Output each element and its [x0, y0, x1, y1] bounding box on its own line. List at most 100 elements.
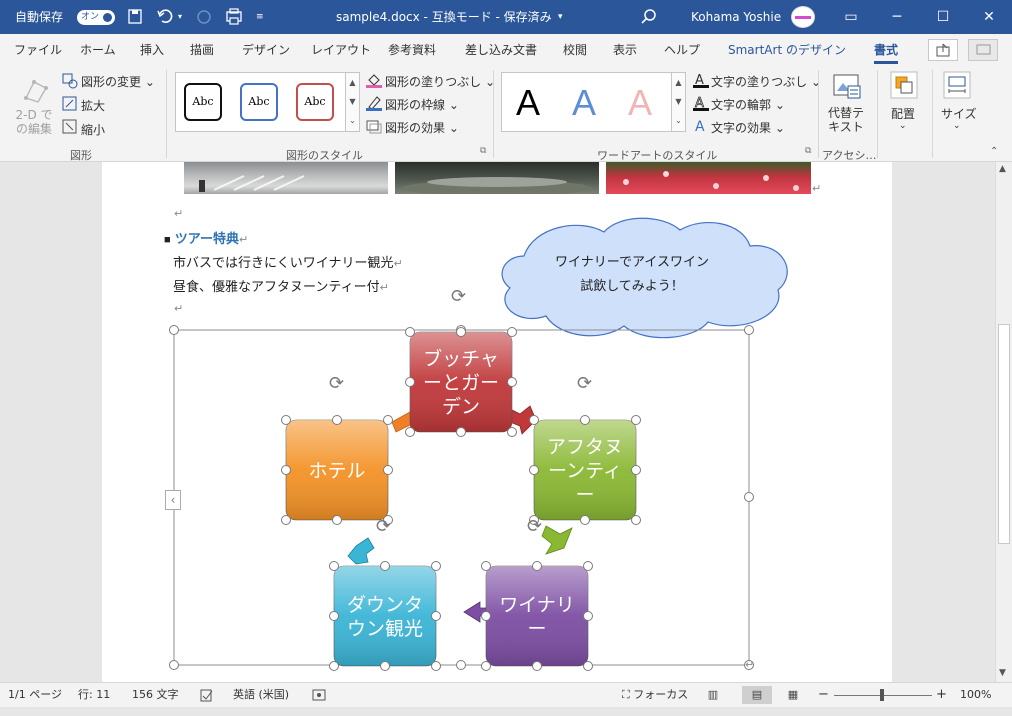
resize-handle[interactable] — [405, 427, 415, 437]
resize-handle[interactable] — [507, 427, 517, 437]
node-winery[interactable]: ワイナリー — [481, 561, 593, 671]
resize-handle[interactable] — [383, 465, 393, 475]
shape-style-gallery[interactable]: Abc Abc Abc ▲ ▼ ⌄ — [175, 72, 360, 132]
rotate-handle-icon[interactable]: ⟳ — [527, 516, 542, 537]
tab-insert[interactable]: 挿入 — [140, 34, 164, 66]
node-hotel[interactable]: ホテル — [281, 415, 393, 525]
print-layout-icon[interactable]: ▤ — [742, 686, 772, 704]
share-button[interactable] — [928, 39, 958, 61]
alt-text-button[interactable]: 代替テキスト — [826, 106, 866, 134]
maximize-button[interactable]: ☐ — [920, 0, 966, 34]
larger-button[interactable]: 拡大 — [81, 97, 105, 114]
size-dropdown-icon[interactable]: ⌄ — [953, 121, 961, 131]
resize-handle[interactable] — [380, 561, 390, 571]
flower-photo[interactable] — [606, 162, 811, 194]
undo-icon[interactable] — [156, 0, 176, 34]
resize-handle[interactable] — [507, 377, 517, 387]
resize-handle[interactable] — [383, 415, 393, 425]
resize-handle[interactable] — [431, 661, 441, 671]
tab-mailings[interactable]: 差し込み文書 — [465, 34, 537, 66]
resize-handle[interactable] — [431, 611, 441, 621]
shape-style-2[interactable]: Abc — [240, 83, 278, 121]
rotate-handle-icon[interactable]: ⟳ — [451, 286, 466, 307]
rotate-handle-icon[interactable]: ⟳ — [329, 373, 344, 394]
change-shape-button[interactable]: 図形の変更 ⌄ — [81, 73, 155, 90]
zoom-level[interactable]: 100% — [960, 683, 991, 707]
zoom-slider-thumb[interactable] — [880, 689, 884, 701]
tab-layout[interactable]: レイアウト — [311, 34, 371, 66]
resize-handle[interactable] — [529, 415, 539, 425]
resize-handle[interactable] — [329, 561, 339, 571]
resize-handle[interactable] — [631, 515, 641, 525]
shape-outline-button[interactable]: 図形の枠線 ⌄ — [385, 96, 459, 113]
resize-handle[interactable] — [481, 661, 491, 671]
resize-handle[interactable] — [580, 415, 590, 425]
resize-handle[interactable] — [431, 561, 441, 571]
resize-handle[interactable] — [583, 661, 593, 671]
language[interactable]: 英語 (米国) — [233, 683, 289, 707]
resize-handle[interactable] — [332, 515, 342, 525]
wordart-launcher-icon[interactable]: ⧉ — [805, 146, 811, 156]
word-count[interactable]: 156 文字 — [132, 683, 179, 707]
resize-handle[interactable] — [456, 327, 466, 337]
resize-handle[interactable] — [583, 611, 593, 621]
rotate-handle-icon[interactable]: ⟳ — [376, 516, 391, 537]
street-photo[interactable] — [184, 162, 388, 194]
tab-help[interactable]: ヘルプ — [664, 34, 700, 66]
resize-handle[interactable] — [329, 661, 339, 671]
comments-button[interactable] — [968, 39, 998, 61]
node-butchart-gardens[interactable]: ブッチャーとガーデン — [405, 327, 517, 437]
avatar[interactable] — [791, 6, 815, 28]
resize-handle[interactable] — [507, 327, 517, 337]
redo-icon[interactable] — [194, 0, 214, 34]
ribbon-display-options-icon[interactable]: ▭ — [828, 0, 874, 34]
autosave-toggle[interactable]: オン — [77, 10, 115, 25]
tab-review[interactable]: 校閲 — [563, 34, 587, 66]
proofing-icon[interactable] — [200, 683, 214, 716]
macro-record-icon[interactable] — [312, 683, 326, 716]
resize-handle[interactable] — [529, 465, 539, 475]
page-count[interactable]: 1/1 ページ — [8, 683, 62, 707]
read-mode-icon[interactable]: ▥ — [702, 686, 724, 704]
tab-references[interactable]: 参考資料 — [388, 34, 436, 66]
vertical-scrollbar[interactable]: ▲ ▼ — [995, 162, 1012, 682]
resize-handle[interactable] — [481, 611, 491, 621]
resize-handle[interactable] — [481, 561, 491, 571]
tab-view[interactable]: 表示 — [613, 34, 637, 66]
gallery-scroll[interactable]: ▲ ▼ ⌄ — [671, 73, 685, 131]
resize-handle[interactable] — [281, 465, 291, 475]
scroll-thumb[interactable] — [998, 324, 1010, 544]
zoom-out-button[interactable]: − — [818, 683, 829, 707]
tour-bonus-heading[interactable]: ツアー特典 — [175, 232, 239, 247]
search-icon[interactable] — [640, 0, 658, 34]
web-layout-icon[interactable]: ▦ — [782, 686, 804, 704]
tab-home[interactable]: ホーム — [80, 34, 116, 66]
text-outline-button[interactable]: 文字の輪郭 ⌄ — [711, 96, 785, 113]
focus-button[interactable]: ⛶ フォーカス — [622, 683, 688, 707]
shape-fill-button[interactable]: 図形の塗りつぶし ⌄ — [385, 73, 495, 90]
fountain-photo[interactable] — [395, 162, 599, 196]
shape-style-3[interactable]: Abc — [296, 83, 334, 121]
resize-handle[interactable] — [332, 415, 342, 425]
smartart-cycle[interactable]: ブッチャーとガーデンアフタヌーンティーワイナリーダウンタウン観光ホテル — [160, 282, 770, 682]
resize-handle[interactable] — [329, 611, 339, 621]
minimize-button[interactable]: ─ — [874, 0, 920, 34]
resize-handle[interactable] — [532, 561, 542, 571]
scroll-down-icon[interactable]: ▼ — [999, 668, 1006, 678]
wordart-gallery[interactable]: A A A ▲ ▼ ⌄ — [501, 72, 686, 132]
undo-dropdown-icon[interactable]: ▾ — [178, 0, 188, 34]
scroll-up-icon[interactable]: ▲ — [999, 164, 1006, 174]
print-preview-icon[interactable] — [224, 0, 244, 34]
resize-handle[interactable] — [405, 327, 415, 337]
customize-qat-icon[interactable]: ≡ — [256, 0, 268, 34]
zoom-in-button[interactable]: + — [936, 683, 947, 707]
wordart-style-3[interactable]: A — [628, 79, 652, 127]
resize-handle[interactable] — [380, 661, 390, 671]
wordart-style-1[interactable]: A — [516, 79, 540, 127]
resize-handle[interactable] — [281, 415, 291, 425]
resize-handle[interactable] — [631, 415, 641, 425]
size-button[interactable]: サイズ — [941, 105, 977, 122]
collapse-ribbon-icon[interactable]: ⌃ — [990, 146, 998, 157]
close-button[interactable]: ✕ — [966, 0, 1012, 34]
wordart-style-2[interactable]: A — [572, 79, 596, 127]
